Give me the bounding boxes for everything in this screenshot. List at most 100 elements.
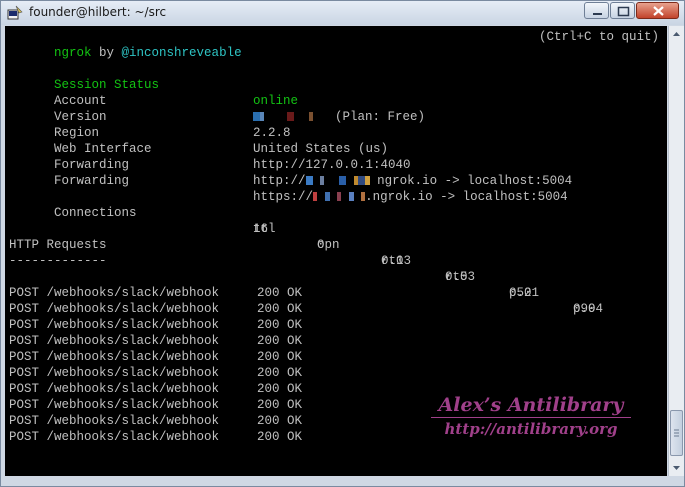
request-status: 200 OK bbox=[257, 334, 303, 348]
redacted-block bbox=[313, 192, 318, 201]
close-icon bbox=[653, 6, 664, 16]
request-method: POST bbox=[9, 382, 40, 396]
redacted-block bbox=[260, 112, 264, 121]
table-row: POST /webhooks/slack/webhook 200 OK bbox=[9, 349, 302, 365]
request-status: 200 OK bbox=[257, 350, 303, 364]
table-row: POST /webhooks/slack/webhook 200 OK bbox=[9, 301, 302, 317]
redacted-block bbox=[308, 112, 313, 121]
table-row: POST /webhooks/slack/webhook 200 OK bbox=[9, 429, 302, 445]
account-row: Account (Plan: Free) bbox=[9, 77, 425, 124]
redacted-block bbox=[253, 112, 260, 121]
redacted-block bbox=[357, 176, 365, 185]
table-row: POST /webhooks/slack/webhook 200 OK bbox=[9, 365, 302, 381]
request-status: 200 OK bbox=[257, 366, 303, 380]
table-row: POST /webhooks/slack/webhook 200 OK bbox=[9, 413, 302, 429]
request-status: 200 OK bbox=[257, 382, 303, 396]
redacted-block bbox=[324, 192, 330, 201]
table-row: POST /webhooks/slack/webhook 200 OK bbox=[9, 333, 302, 349]
forwarding-https-value[interactable]: https:// .ngrok.io -> localhost:5004 bbox=[253, 189, 568, 205]
vertical-scrollbar[interactable] bbox=[668, 26, 684, 476]
request-status: 200 OK bbox=[257, 318, 303, 332]
watermark: Alex’s Antilibrary http://antilibrary.or… bbox=[421, 394, 641, 438]
request-status: 200 OK bbox=[257, 286, 303, 300]
request-method: POST bbox=[9, 302, 40, 316]
request-status: 200 OK bbox=[257, 302, 303, 316]
conn-value-ttl: 16 bbox=[253, 222, 269, 236]
request-method: POST bbox=[9, 398, 40, 412]
table-row: POST /webhooks/slack/webhook 200 OK bbox=[9, 381, 302, 397]
region-row: Region United States (us) bbox=[9, 109, 388, 156]
web-interface-row: Web Interface http://127.0.0.1:4040 bbox=[9, 125, 411, 172]
forwarding-label: Forwarding bbox=[54, 174, 130, 188]
window-bottom-border bbox=[1, 476, 684, 486]
table-row: POST /webhooks/slack/webhook 200 OK bbox=[9, 317, 302, 333]
session-status-value: online bbox=[253, 94, 299, 108]
web-interface-value[interactable]: http://127.0.0.1:4040 bbox=[253, 157, 411, 173]
http-requests-underline: ------------- bbox=[9, 254, 107, 268]
connections-values-row: 16 0 0.03 0.03 0.21 0.94 bbox=[9, 205, 649, 316]
request-path: /webhooks/slack/webhook bbox=[46, 350, 220, 364]
header-ngrok: ngrok bbox=[54, 46, 92, 60]
close-button[interactable] bbox=[636, 2, 679, 19]
request-method: POST bbox=[9, 286, 40, 300]
scroll-thumb[interactable] bbox=[670, 410, 683, 456]
conn-value-rt1: 0.03 bbox=[381, 254, 412, 268]
table-row: POST /webhooks/slack/webhook 200 OK bbox=[9, 397, 302, 413]
maximize-icon bbox=[617, 6, 630, 17]
forwarding-http-value[interactable]: http:// ngrok.io -> localhost:5004 bbox=[253, 173, 572, 189]
request-path: /webhooks/slack/webhook bbox=[46, 398, 220, 412]
forwarding-http-prefix: http:// bbox=[253, 174, 306, 188]
header-by: by bbox=[91, 46, 122, 60]
watermark-title: Alex’s Antilibrary bbox=[438, 394, 624, 416]
redacted-block bbox=[320, 176, 325, 185]
redacted-block bbox=[339, 176, 347, 185]
request-status: 200 OK bbox=[257, 414, 303, 428]
request-method: POST bbox=[9, 334, 40, 348]
request-path: /webhooks/slack/webhook bbox=[46, 430, 220, 444]
scroll-down-icon[interactable] bbox=[669, 460, 684, 476]
quit-hint: (Ctrl+C to quit) bbox=[539, 30, 660, 44]
redacted-block bbox=[286, 112, 294, 121]
minimize-icon bbox=[593, 13, 602, 15]
request-method: POST bbox=[9, 414, 40, 428]
forwarding-row-https: Forwarding https:// .ngrok.io -> localho… bbox=[9, 157, 568, 204]
redacted-block bbox=[337, 192, 342, 201]
account-plan: (Plan: Free) bbox=[335, 110, 426, 124]
scroll-up-icon[interactable] bbox=[669, 26, 684, 42]
request-method: POST bbox=[9, 430, 40, 444]
version-row: Version 2.2.8 bbox=[9, 93, 291, 140]
redacted-block bbox=[348, 192, 354, 201]
request-status: 200 OK bbox=[257, 398, 303, 412]
header-line: ngrok by @inconshreveable bbox=[9, 29, 242, 60]
redacted-block bbox=[305, 176, 313, 185]
session-status-row: Session Status online bbox=[9, 61, 298, 108]
forwarding-https-prefix: https:// bbox=[253, 190, 314, 204]
account-value: (Plan: Free) bbox=[253, 109, 425, 125]
window-title: founder@hilbert: ~/src bbox=[29, 5, 167, 19]
conn-value-opn: 0 bbox=[317, 238, 325, 252]
minimize-button[interactable] bbox=[584, 2, 609, 19]
request-path: /webhooks/slack/webhook bbox=[46, 414, 220, 428]
redacted-block bbox=[364, 176, 370, 185]
request-path: /webhooks/slack/webhook bbox=[46, 382, 220, 396]
request-method: POST bbox=[9, 350, 40, 364]
watermark-url: http://antilibrary.org bbox=[444, 420, 618, 438]
title-bar[interactable]: founder@hilbert: ~/src bbox=[1, 1, 684, 25]
conn-value-p50: 0.21 bbox=[509, 286, 540, 300]
conn-value-rt5: 0.03 bbox=[445, 270, 476, 284]
request-path: /webhooks/slack/webhook bbox=[46, 366, 220, 380]
maximize-button[interactable] bbox=[610, 2, 635, 19]
request-path: /webhooks/slack/webhook bbox=[46, 302, 220, 316]
forwarding-https-suffix: .ngrok.io -> localhost:5004 bbox=[365, 190, 568, 204]
header-author: @inconshreveable bbox=[121, 46, 242, 60]
region-value: United States (us) bbox=[253, 142, 389, 156]
request-path: /webhooks/slack/webhook bbox=[46, 318, 220, 332]
request-method: POST bbox=[9, 366, 40, 380]
request-path: /webhooks/slack/webhook bbox=[46, 286, 220, 300]
request-method: POST bbox=[9, 318, 40, 332]
version-value: 2.2.8 bbox=[253, 126, 291, 140]
table-row: POST /webhooks/slack/webhook 200 OK bbox=[9, 285, 302, 301]
forwarding-http-suffix: ngrok.io -> localhost:5004 bbox=[377, 174, 573, 188]
connections-header-row: Connections ttl opn rt1 rt5 p50 p90 bbox=[9, 189, 596, 316]
putty-icon[interactable] bbox=[7, 5, 23, 21]
